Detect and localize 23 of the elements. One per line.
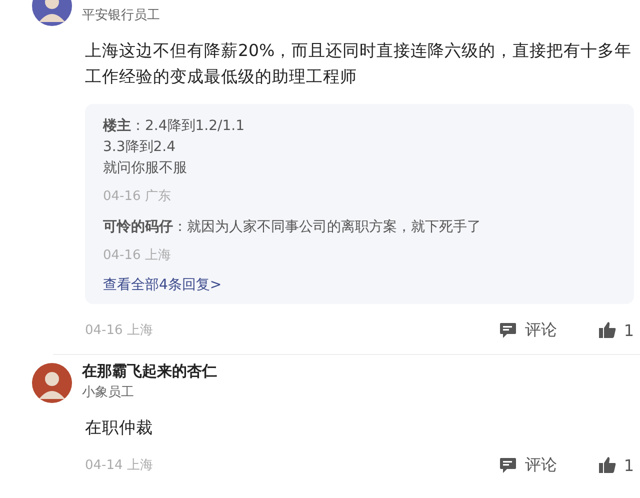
comment-button[interactable]: 评论 xyxy=(498,454,557,476)
reply-meta: 04-16 上海 xyxy=(103,247,172,264)
avatar[interactable] xyxy=(32,363,72,403)
comment-icon xyxy=(498,456,517,474)
reply-text: 3.3降到2.4 xyxy=(103,138,177,157)
reply-text: 楼主：2.4降到1.2/1.1 xyxy=(103,116,246,136)
comment-button[interactable]: 评论 xyxy=(498,320,557,340)
comment-text: 上海这边不但有降薪20%，而且还同时直接连降六级的，直接把有十多年工作经验的变成最低级的助理工程师 xyxy=(85,40,633,88)
thumbs-up-icon xyxy=(598,322,616,338)
view-all-replies-link[interactable]: 查看全部4条回复> xyxy=(103,276,222,294)
user-name[interactable]: 在那霸飞起来的杏仁 xyxy=(82,362,217,381)
comment-text: 在职仲裁 xyxy=(85,417,154,439)
like-button[interactable]: 1 xyxy=(598,320,634,340)
reply-meta: 04-16 广东 xyxy=(103,188,172,205)
comment-meta: 04-16 上海 xyxy=(85,322,153,339)
reply-text: 可怜的码仔：就因为人家不同事公司的离职方案，就下死手了 xyxy=(103,218,482,237)
like-button[interactable]: 1 xyxy=(598,456,634,474)
comment-meta: 04-14 上海 xyxy=(85,457,153,474)
thumbs-up-icon xyxy=(598,457,616,473)
user-role: 平安银行员工 xyxy=(82,7,160,24)
reply-text: 就问你服不服 xyxy=(103,159,188,178)
user-role: 小象员工 xyxy=(82,384,135,401)
comment-icon xyxy=(498,322,517,338)
